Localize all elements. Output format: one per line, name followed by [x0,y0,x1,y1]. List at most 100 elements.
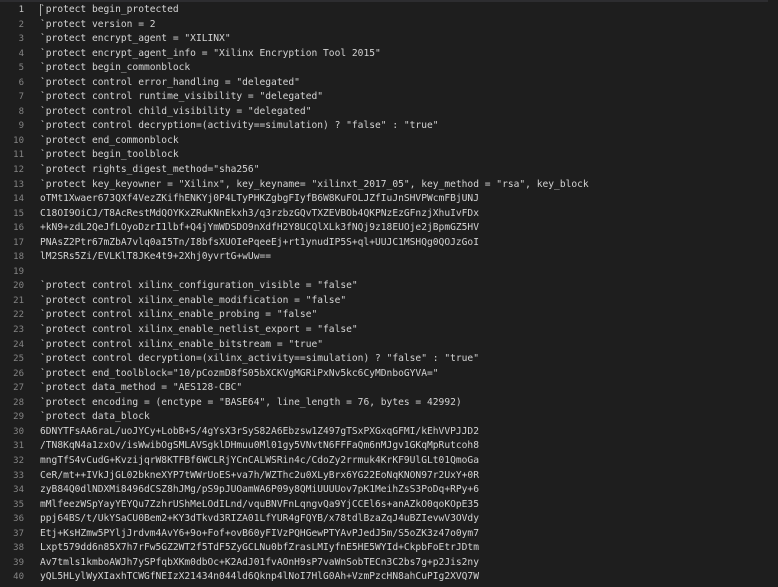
code-line[interactable]: 40 yQL5HLylWyXIaxhTCWGfNEIzX21434n044ld6Q… [0,570,778,585]
line-text[interactable]: zyB84Q0dlNDXMi8496dCSZ8hJMg/pS9pJUOamWA6… [40,483,778,498]
line-text[interactable]: lM2SRs5Zi/EVLKlT8JKe4t9+2Xhj0yvrtG+wUw== [40,250,778,265]
line-text[interactable]: `protect begin_commonblock [40,61,778,76]
line-number: 6 [18,77,24,88]
line-text[interactable]: `protect key_keyowner = "Xilinx", key_ke… [40,178,778,193]
line-text[interactable]: mMlfeezWSpYayYEYQu7ZzhrUShMeLOdILnd/vquB… [40,498,778,513]
line-number: 9 [18,121,24,132]
code-line[interactable]: 34 zyB84Q0dlNDXMi8496dCSZ8hJMg/pS9pJUOamW… [0,483,778,498]
line-number: 27 [13,383,24,394]
code-line[interactable]: 3 `protect encrypt_agent = "XILINX" [0,32,778,47]
code-line[interactable]: 1 `protect begin_protected [0,3,778,18]
line-text[interactable]: `protect data_block [40,410,778,425]
code-line[interactable]: 9 `protect control decryption=(activity==… [0,119,778,134]
line-text[interactable]: PNAsZ2Ptr67mZbA7vlq0aI5Tn/I8bfsXUOIePqee… [40,236,778,251]
code-line[interactable]: 2 `protect version = 2 [0,18,778,33]
line-text[interactable]: `protect data_method = "AES128-CBC" [40,381,778,396]
code-line[interactable]: 6 `protect control error_handling = "dele… [0,76,778,91]
line-number: 38 [13,543,24,554]
code-line[interactable]: 23 `protect control xilinx_enable_netlist… [0,323,778,338]
code-line[interactable]: 36 ppj64BS/t/UkYSaCU0Bem2+KY3dTkvd3RIZA01… [0,512,778,527]
code-line[interactable]: 30 6DNYTFsAA6raL/uoJYCy+LobB+S/4gYsX3rSyS… [0,425,778,440]
code-line[interactable]: 5 `protect begin_commonblock [0,61,778,76]
line-number: 3 [18,34,24,45]
line-number: 17 [13,237,24,248]
line-number: 30 [13,426,24,437]
code-line[interactable]: 24 `protect control xilinx_enable_bitstre… [0,338,778,353]
code-line[interactable]: 31/TN8KqN4a1zxOv/isWwibOgSMLAVSgklDHmuu0… [0,439,778,454]
line-text[interactable]: `protect encrypt_agent = "XILINX" [40,32,778,47]
line-number: 40 [13,572,24,583]
code-line[interactable]: 37 Etj+KsHZmw5PYljJrdvm4AvY6+9o+Fof+ovB60… [0,527,778,542]
code-line[interactable]: 33 CeR/mt++IVkJjGL02bkneXYP7tWWrUoES+va7h… [0,469,778,484]
vertical-scrollbar[interactable] [768,0,778,587]
line-text[interactable]: `protect begin_protected [40,3,778,18]
line-text[interactable]: `protect control child_visibility = "del… [40,105,778,120]
line-text[interactable]: +kN9+zdL2QeJfLOyoDzrI1lbf+Q4jYmWDSDO9nXd… [40,221,778,236]
code-line[interactable]: 22 `protect control xilinx_enable_probing… [0,308,778,323]
line-text[interactable]: mngTfS4vCudG+KvzijqrW8KTFBf6WCLRjYCnCALW… [40,454,778,469]
line-text[interactable]: yQL5HLylWyXIaxhTCWGfNEIzX21434n044ld6Qkn… [40,570,778,585]
line-text[interactable]: `protect control xilinx_enable_modificat… [40,294,778,309]
code-line[interactable]: 14 oTMt1Xwaer673QXf4VezZKifhENKYj0P4LTyPH… [0,192,778,207]
code-line[interactable]: 28 `protect encoding = (enctype = "BASE64… [0,396,778,411]
code-line[interactable]: 4 `protect encrypt_agent_info = "Xilinx E… [0,47,778,62]
line-number: 22 [13,310,24,321]
line-text[interactable]: `protect encoding = (enctype = "BASE64",… [40,396,778,411]
code-line[interactable]: 29 `protect data_block [0,410,778,425]
line-number: 4 [18,48,24,59]
line-text[interactable]: `protect control decryption=(activity==s… [40,119,778,134]
line-text[interactable]: `protect control xilinx_enable_probing =… [40,308,778,323]
line-text[interactable]: CeR/mt++IVkJjGL02bkneXYP7tWWrUoES+va7h/W… [40,469,778,484]
code-line[interactable]: 35 mMlfeezWSpYayYEYQu7ZzhrUShMeLOdILnd/vq… [0,498,778,513]
code-line[interactable]: 38 Lxpt579dd6n85X7h7rFw5GZ2WT2f5TdF5ZyGCL… [0,541,778,556]
line-text[interactable]: `protect control decryption=(xilinx_acti… [40,352,778,367]
line-number: 8 [18,106,24,117]
line-text[interactable]: C18OI9OiCJ/T8AcRestMdQOYKxZRuKNnEkxh3/q3… [40,207,778,222]
line-number: 15 [13,208,24,219]
line-text[interactable]: Av7tmls1kmboAWJh7ySPfqbXKm0dbOc+K2AdJ01f… [40,556,778,571]
code-line[interactable]: 18 lM2SRs5Zi/EVLKlT8JKe4t9+2Xhj0yvrtG+wUw… [0,250,778,265]
line-number: 21 [13,295,24,306]
line-number: 37 [13,528,24,539]
line-text[interactable]: `protect rights_digest_method="sha256" [40,163,778,178]
line-text[interactable]: `protect control xilinx_enable_bitstream… [40,338,778,353]
code-line[interactable]: 39 Av7tmls1kmboAWJh7ySPfqbXKm0dbOc+K2AdJ0… [0,556,778,571]
code-line[interactable]: 27 `protect data_method = "AES128-CBC" [0,381,778,396]
line-text[interactable]: ppj64BS/t/UkYSaCU0Bem2+KY3dTkvd3RIZA01Lf… [40,512,778,527]
line-text[interactable]: oTMt1Xwaer673QXf4VezZKifhENKYj0P4LTyPHKZ… [40,192,778,207]
line-number: 24 [13,339,24,350]
code-line[interactable]: 21 `protect control xilinx_enable_modific… [0,294,778,309]
code-line[interactable]: 15 C18OI9OiCJ/T8AcRestMdQOYKxZRuKNnEkxh3/… [0,207,778,222]
line-text[interactable]: Lxpt579dd6n85X7h7rFw5GZ2WT2f5TdF5ZyGCLNu… [40,541,778,556]
code-line[interactable]: 13 `protect key_keyowner = "Xilinx", key_… [0,178,778,193]
line-text[interactable]: `protect version = 2 [40,18,778,33]
code-line[interactable]: 8 `protect control child_visibility = "de… [0,105,778,120]
code-line[interactable]: 25 `protect control decryption=(xilinx_ac… [0,352,778,367]
line-text[interactable]: `protect control xilinx_enable_netlist_e… [40,323,778,338]
line-text[interactable]: `protect control xilinx_configuration_vi… [40,279,778,294]
line-text[interactable]: `protect end_toolblock="10/pCozmD8fS05bX… [40,367,778,382]
code-line[interactable]: 16 +kN9+zdL2QeJfLOyoDzrI1lbf+Q4jYmWDSDO9n… [0,221,778,236]
code-line[interactable]: 32 mngTfS4vCudG+KvzijqrW8KTFBf6WCLRjYCnCA… [0,454,778,469]
line-text[interactable]: `protect control error_handling = "deleg… [40,76,778,91]
line-text[interactable]: `protect begin_toolblock [40,148,778,163]
line-number: 1 [18,5,24,15]
code-line[interactable]: 19 [0,265,778,280]
code-line[interactable]: 12 `protect rights_digest_method="sha256" [0,163,778,178]
code-line[interactable]: 26 `protect end_toolblock="10/pCozmD8fS05… [0,367,778,382]
code-line[interactable]: 7 `protect control runtime_visibility = "… [0,90,778,105]
code-line[interactable]: 20 `protect control xilinx_configuration_… [0,279,778,294]
line-text[interactable]: `protect control runtime_visibility = "d… [40,90,778,105]
code-line[interactable]: 17 PNAsZ2Ptr67mZbA7vlq0aI5Tn/I8bfsXUOIePq… [0,236,778,251]
line-text[interactable]: `protect end_commonblock [40,134,778,149]
line-text[interactable]: 6DNYTFsAA6raL/uoJYCy+LobB+S/4gYsX3rSyS82… [40,425,778,440]
code-line[interactable]: 10 `protect end_commonblock [0,134,778,149]
line-number: 35 [13,499,24,510]
line-text[interactable]: /TN8KqN4a1zxOv/isWwibOgSMLAVSgklDHmuu0Ml… [40,439,778,454]
line-number: 11 [13,150,24,161]
line-text[interactable]: `protect encrypt_agent_info = "Xilinx En… [40,47,778,62]
code-editor[interactable]: 1 `protect begin_protected 2 `protect versi… [0,0,778,587]
code-line[interactable]: 11 `protect begin_toolblock [0,148,778,163]
code-lines[interactable]: 1 `protect begin_protected 2 `protect versi… [0,3,778,585]
line-text[interactable]: Etj+KsHZmw5PYljJrdvm4AvY6+9o+Fof+ovB60yF… [40,527,778,542]
